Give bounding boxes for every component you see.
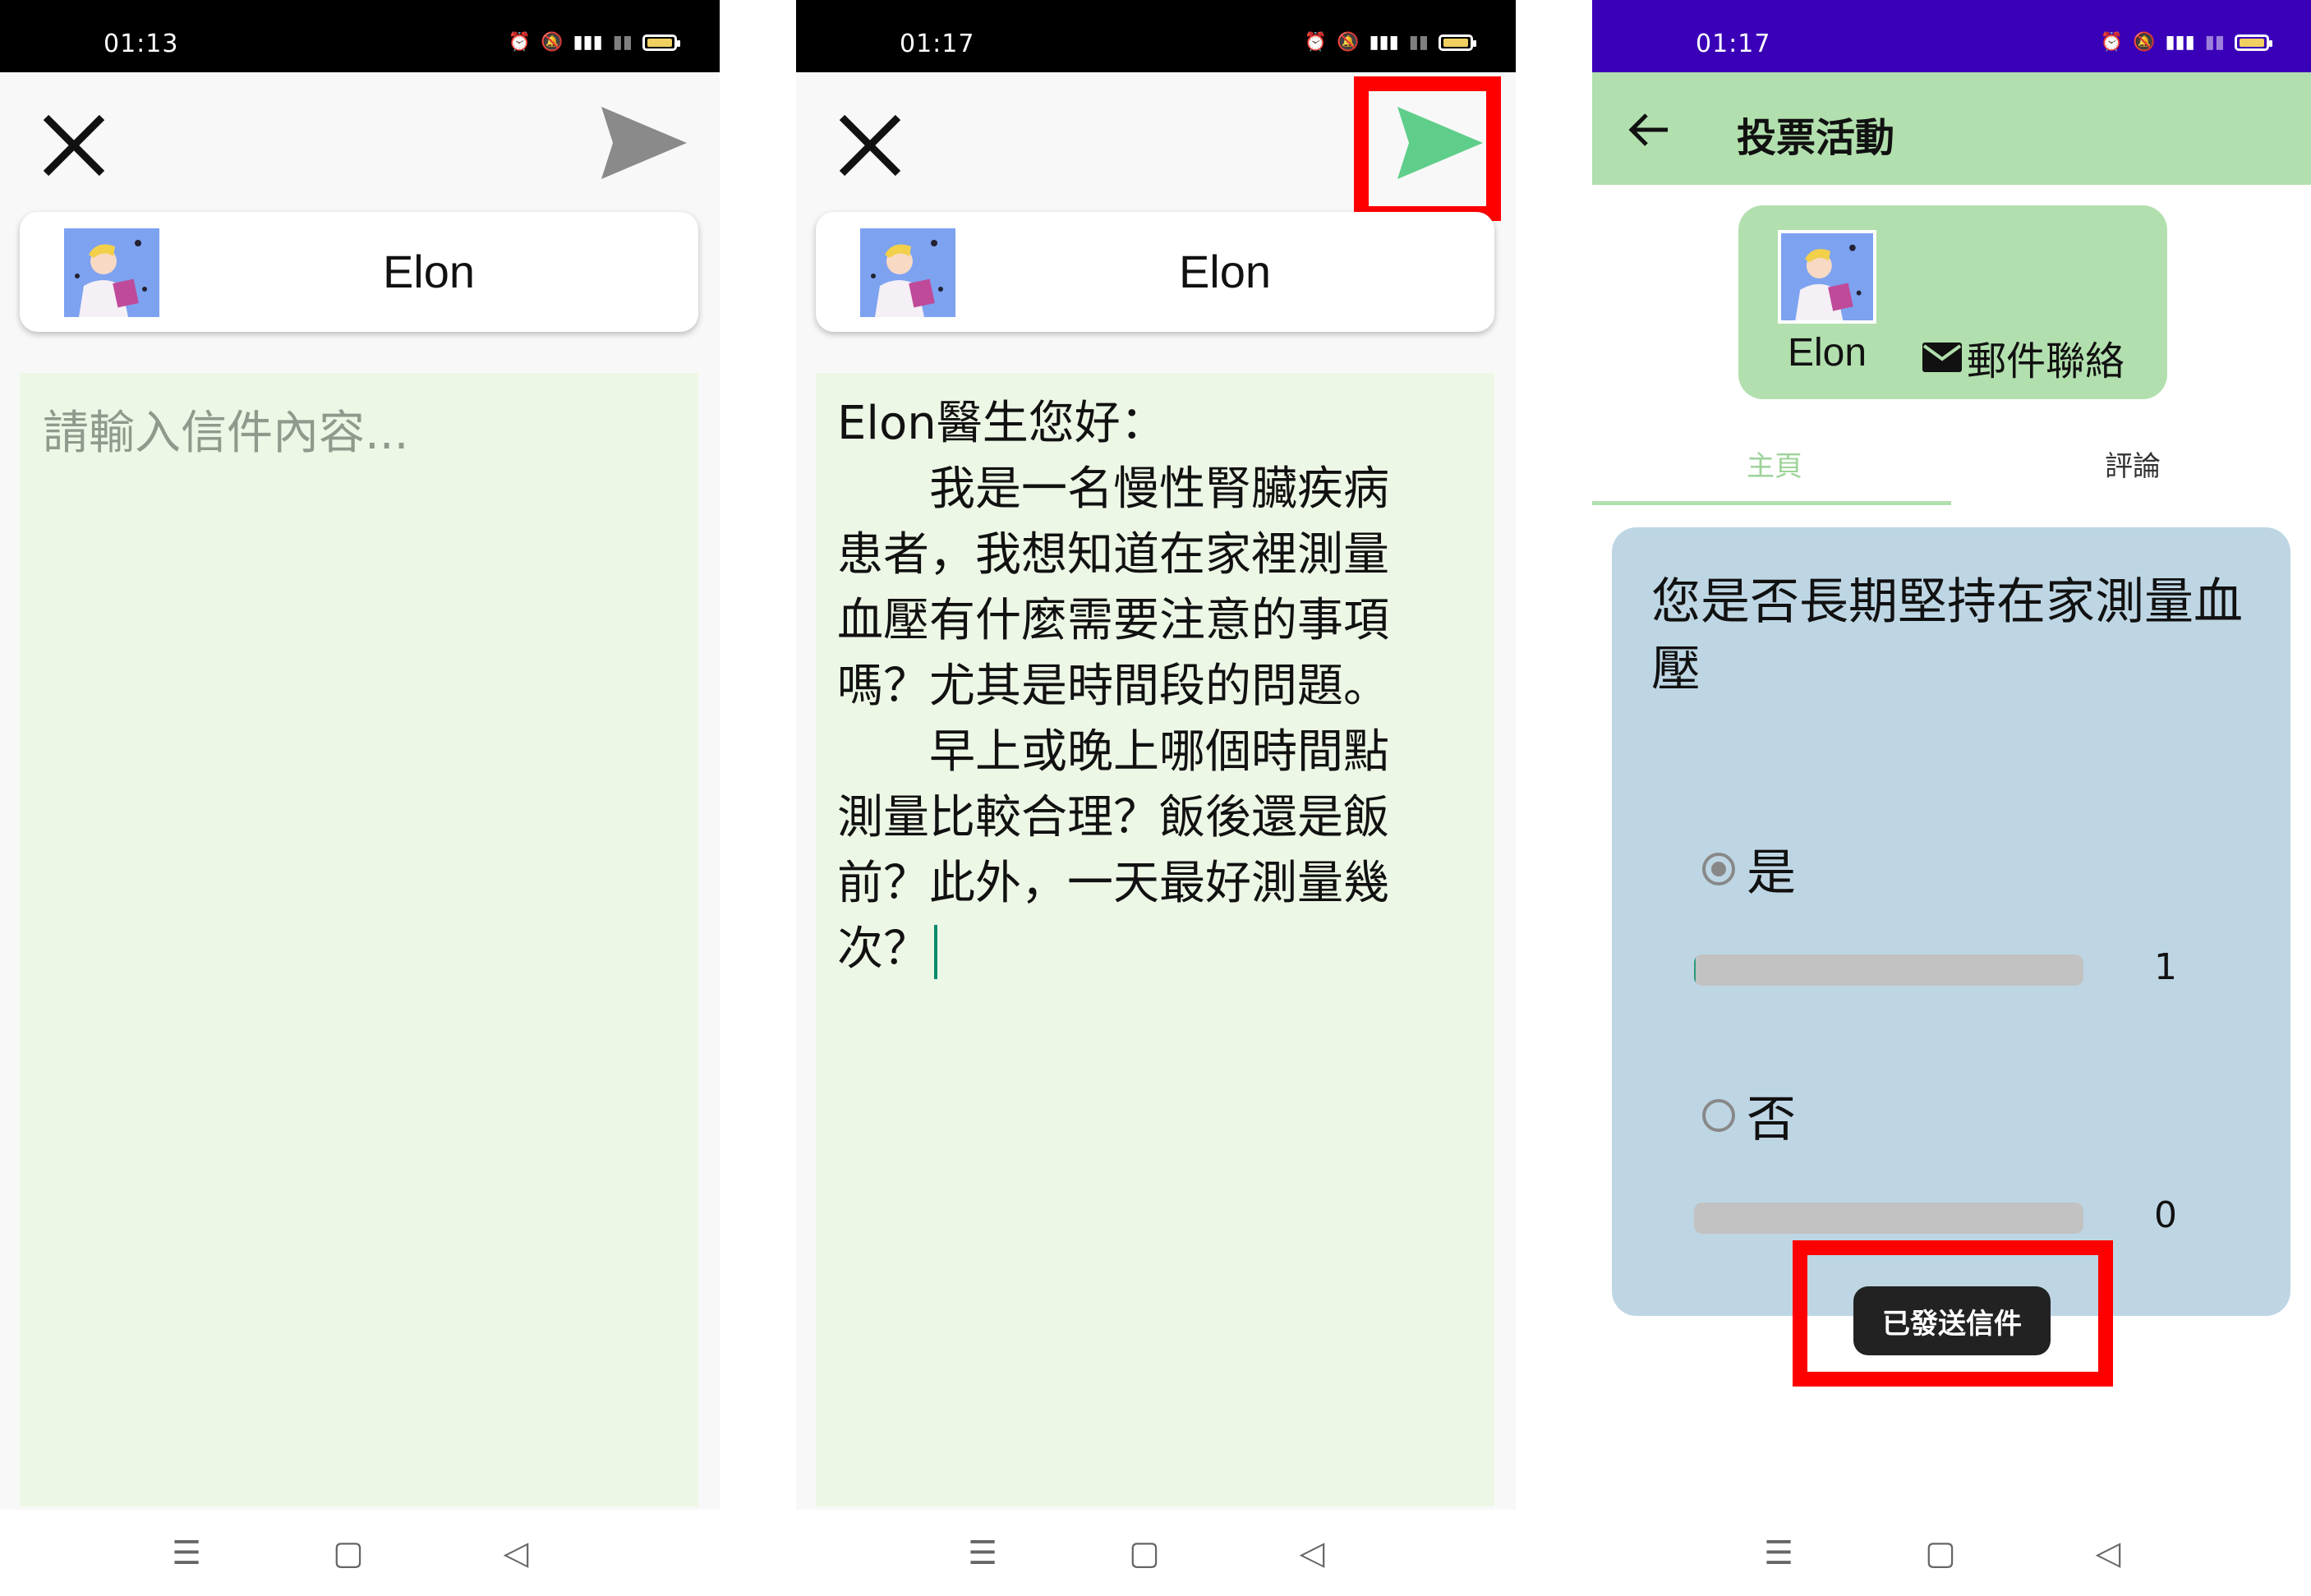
app-bar: 投票活動: [1592, 72, 2311, 185]
recipient-card: Elon: [816, 212, 1494, 332]
recipient-name: Elon: [1178, 246, 1272, 297]
letter-line: 次？: [837, 922, 929, 976]
doctor-avatar: [860, 228, 955, 317]
letter-line: 血壓有什麼需要注意的事項: [837, 594, 1389, 647]
status-time: 01:17: [1696, 30, 1771, 58]
poll-option-yes[interactable]: 是: [1702, 833, 1796, 904]
alarm-icon: ⏰: [508, 32, 532, 53]
vote-bar-fill: [1694, 954, 1696, 986]
poll-card: 您是否長期堅持在家測量血壓 是 1 否 0: [1612, 527, 2290, 1316]
text-caret: [934, 924, 937, 979]
doctor-avatar: [1778, 230, 1876, 324]
signal-x-icon: ▮▮: [1408, 32, 1429, 53]
page-title: 投票活動: [1737, 115, 1895, 161]
close-icon[interactable]: [39, 111, 108, 180]
back-triangle-icon[interactable]: ◁: [2088, 1533, 2129, 1574]
signal-x-icon: ▮▮: [612, 32, 633, 53]
letter-last-line-wrap: 次？: [837, 917, 1445, 982]
mail-contact-button[interactable]: 郵件聯絡: [1921, 329, 2125, 386]
vote-bar-no: [1694, 1203, 2083, 1234]
highlight-box-toast: [1793, 1240, 2113, 1387]
status-icons: ⏰ 🔕 ▮▮▮ ▮▮: [508, 32, 680, 53]
letter-input[interactable]: 請輸入信件內容...: [20, 373, 698, 1506]
status-icons: ⏰ 🔕 ▮▮▮ ▮▮: [2100, 32, 2272, 53]
alarm-icon: ⏰: [2100, 32, 2124, 53]
vote-count-yes: 1: [2154, 946, 2177, 988]
screen-compose-filled: 01:17 ⏰ 🔕 ▮▮▮ ▮▮ Elon Elon醫生您好： 我是一名慢性腎臟…: [796, 0, 1516, 1596]
tab-indicator: [1592, 501, 1951, 505]
recipient-card: Elon: [20, 212, 698, 332]
status-bar: 01:17 ⏰ 🔕 ▮▮▮ ▮▮: [1592, 0, 2311, 72]
home-icon[interactable]: ▢: [1920, 1533, 1961, 1574]
menu-icon[interactable]: ☰: [1758, 1533, 1799, 1574]
mail-contact-label: 郵件聯絡: [1967, 338, 2125, 384]
status-bar: 01:17 ⏰ 🔕 ▮▮▮ ▮▮: [796, 0, 1516, 72]
battery-icon: [1439, 34, 1476, 51]
home-icon[interactable]: ▢: [328, 1533, 369, 1574]
radio-selected-icon[interactable]: [1702, 852, 1735, 885]
letter-text: Elon醫生您好： 我是一名慢性腎臟疾病 患者，我想知道在家裡測量 血壓有什麼需要注…: [837, 391, 1445, 982]
mute-icon: 🔕: [1337, 32, 1360, 53]
doctor-profile-card: Elon 郵件聯絡: [1738, 205, 2167, 399]
signal-x-icon: ▮▮: [2204, 32, 2225, 53]
radio-unselected-icon[interactable]: [1702, 1098, 1735, 1132]
back-triangle-icon[interactable]: ◁: [495, 1533, 536, 1574]
letter-line: 患者，我想知道在家裡測量: [837, 528, 1389, 582]
screen-compose-empty: 01:13 ⏰ 🔕 ▮▮▮ ▮▮ Elon 請輸入信件內容... ☰ ▢ ◁: [0, 0, 720, 1596]
doctor-name: Elon: [1788, 331, 1867, 375]
system-nav-bar: ☰ ▢ ◁: [0, 1510, 720, 1596]
letter-line: 早上或晚上哪個時間點: [837, 725, 1389, 779]
poll-option-label: 是: [1747, 844, 1796, 902]
letter-line: 測量比較合理？飯後還是飯: [837, 791, 1389, 844]
battery-icon: [2235, 34, 2272, 51]
close-icon[interactable]: [836, 111, 905, 180]
poll-question: 您是否長期堅持在家測量血壓: [1651, 573, 2243, 698]
mute-icon: 🔕: [541, 32, 564, 53]
doctor-avatar: [64, 228, 159, 317]
screen-poll: 01:17 ⏰ 🔕 ▮▮▮ ▮▮ 投票活動 Elon 郵件聯絡 主頁 評論 您是…: [1592, 0, 2311, 1596]
menu-icon[interactable]: ☰: [166, 1533, 207, 1574]
letter-line: 我是一名慢性腎臟疾病: [837, 462, 1389, 516]
home-icon[interactable]: ▢: [1124, 1533, 1165, 1574]
poll-option-label: 否: [1747, 1091, 1796, 1148]
system-nav-bar: ☰ ▢ ◁: [796, 1510, 1516, 1596]
signal-4g-icon: ▮▮▮: [2165, 32, 2195, 53]
battery-icon: [642, 34, 680, 51]
letter-placeholder: 請輸入信件內容...: [43, 407, 409, 460]
poll-option-no[interactable]: 否: [1702, 1079, 1796, 1151]
letter-line: 前？此外，一天最好測量幾: [837, 857, 1389, 910]
status-icons: ⏰ 🔕 ▮▮▮ ▮▮: [1304, 32, 1476, 53]
vote-count-no: 0: [2154, 1194, 2177, 1236]
highlight-box-send: [1354, 76, 1501, 221]
letter-input[interactable]: Elon醫生您好： 我是一名慢性腎臟疾病 患者，我想知道在家裡測量 血壓有什麼需要注…: [816, 373, 1494, 1506]
letter-line: Elon醫生您好：: [837, 397, 1167, 450]
back-arrow-icon[interactable]: [1625, 105, 1674, 154]
tab-comments[interactable]: 評論: [2105, 444, 2161, 484]
letter-line: 嗎？尤其是時間段的問題。: [837, 660, 1389, 713]
tab-home[interactable]: 主頁: [1747, 444, 1802, 484]
mail-icon: [1922, 343, 1962, 372]
system-nav-bar: ☰ ▢ ◁: [1592, 1510, 2311, 1596]
signal-4g-icon: ▮▮▮: [573, 32, 603, 53]
status-bar: 01:13 ⏰ 🔕 ▮▮▮ ▮▮: [0, 0, 720, 72]
mute-icon: 🔕: [2133, 32, 2156, 53]
status-time: 01:13: [104, 30, 179, 58]
back-triangle-icon[interactable]: ◁: [1291, 1533, 1333, 1574]
status-time: 01:17: [900, 30, 975, 58]
alarm-icon: ⏰: [1304, 32, 1328, 53]
recipient-name: Elon: [382, 246, 476, 297]
vote-bar-yes: [1694, 954, 2083, 986]
signal-4g-icon: ▮▮▮: [1369, 32, 1399, 53]
menu-icon[interactable]: ☰: [962, 1533, 1003, 1574]
send-icon[interactable]: [598, 103, 690, 182]
